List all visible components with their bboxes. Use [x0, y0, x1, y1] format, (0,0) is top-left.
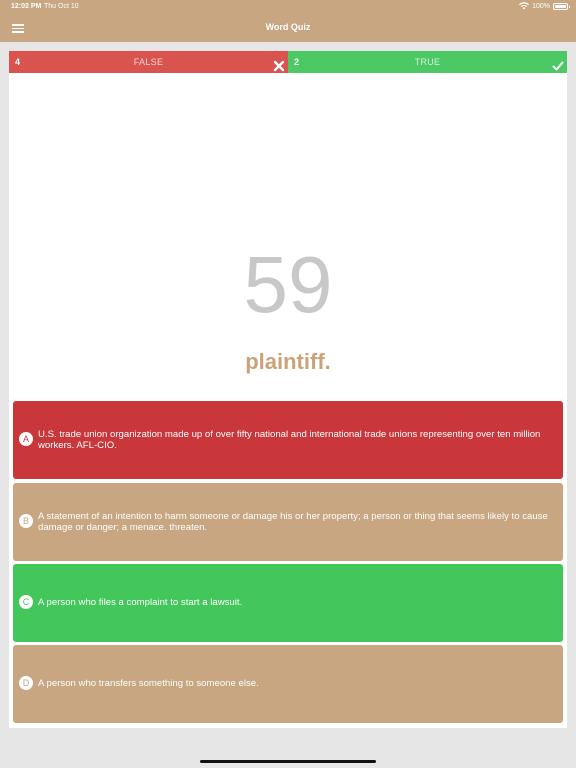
page-title: Word Quiz: [265, 22, 311, 32]
status-bar: 12:02 PM Thu Oct 10 100%: [0, 0, 576, 14]
false-score: 4 FALSE: [9, 51, 288, 73]
status-indicators: 100%: [519, 2, 570, 10]
status-date: Thu Oct 10: [44, 3, 79, 10]
wifi-icon: [519, 2, 530, 10]
question-counter: 59: [243, 240, 333, 329]
answer-text-a: U.S. trade union organization made up of…: [38, 428, 541, 452]
true-label: TRUE: [414, 57, 441, 67]
quiz-screen: 12:02 PM Thu Oct 10 100% Word Quiz 4 FAL…: [0, 0, 576, 768]
false-label: FALSE: [133, 57, 164, 67]
home-indicator[interactable]: [200, 760, 376, 763]
answer-letter-d: D: [19, 676, 33, 690]
true-score: 2 TRUE: [288, 51, 567, 73]
quiz-word: plaintiff.: [245, 349, 331, 374]
answer-text-c: A person who files a complaint to start …: [38, 597, 243, 609]
answer-letter-a: A: [19, 432, 33, 446]
checkmark-icon: [552, 61, 564, 71]
answer-option-a[interactable]: A U.S. trade union organization made up …: [13, 401, 563, 479]
battery-icon: [553, 2, 570, 10]
navigation-bar: 12:02 PM Thu Oct 10 100% Word Quiz: [0, 0, 576, 42]
answer-letter-b: B: [19, 514, 33, 528]
answer-letter-c: C: [19, 595, 33, 609]
status-time: 12:02 PM: [11, 3, 42, 10]
answer-option-d[interactable]: D A person who transfers something to so…: [13, 645, 563, 723]
answer-text-b: A statement of an intention to harm some…: [38, 510, 548, 534]
answer-option-c[interactable]: C A person who files a complaint to star…: [13, 564, 563, 642]
x-icon: [273, 60, 285, 72]
score-bar: 4 FALSE 2 TRUE: [9, 51, 567, 73]
answer-option-b[interactable]: B A statement of an intention to harm so…: [13, 483, 563, 561]
battery-percentage: 100%: [532, 2, 550, 10]
answer-text-d: A person who transfers something to some…: [38, 678, 259, 690]
